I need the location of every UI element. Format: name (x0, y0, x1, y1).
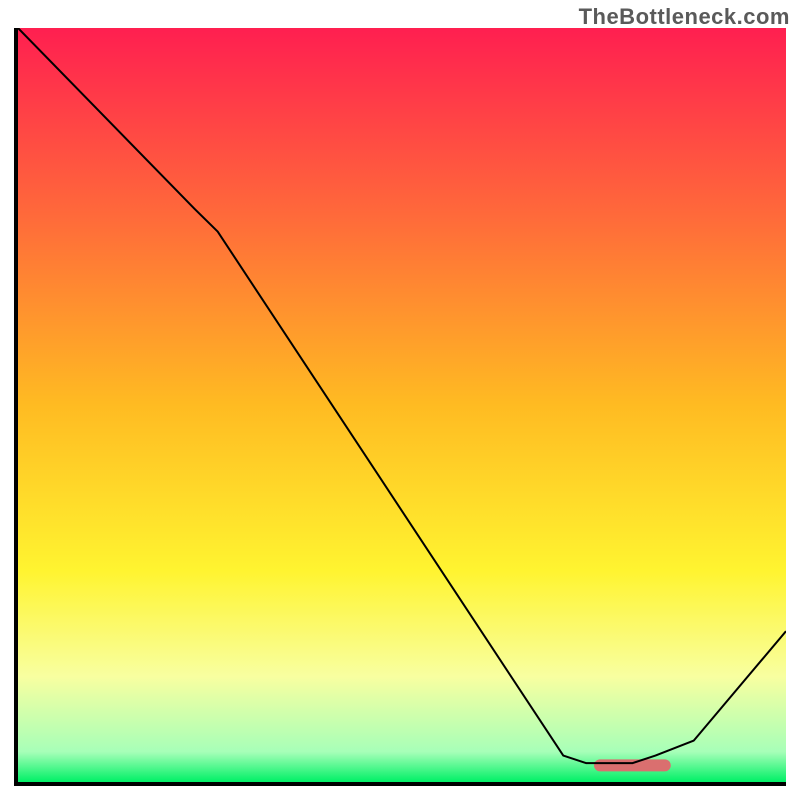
optimal-marker (594, 759, 671, 771)
chart-container: TheBottleneck.com (0, 0, 800, 800)
chart-plot (14, 28, 786, 786)
chart-background (18, 28, 786, 782)
watermark-text: TheBottleneck.com (579, 4, 790, 30)
